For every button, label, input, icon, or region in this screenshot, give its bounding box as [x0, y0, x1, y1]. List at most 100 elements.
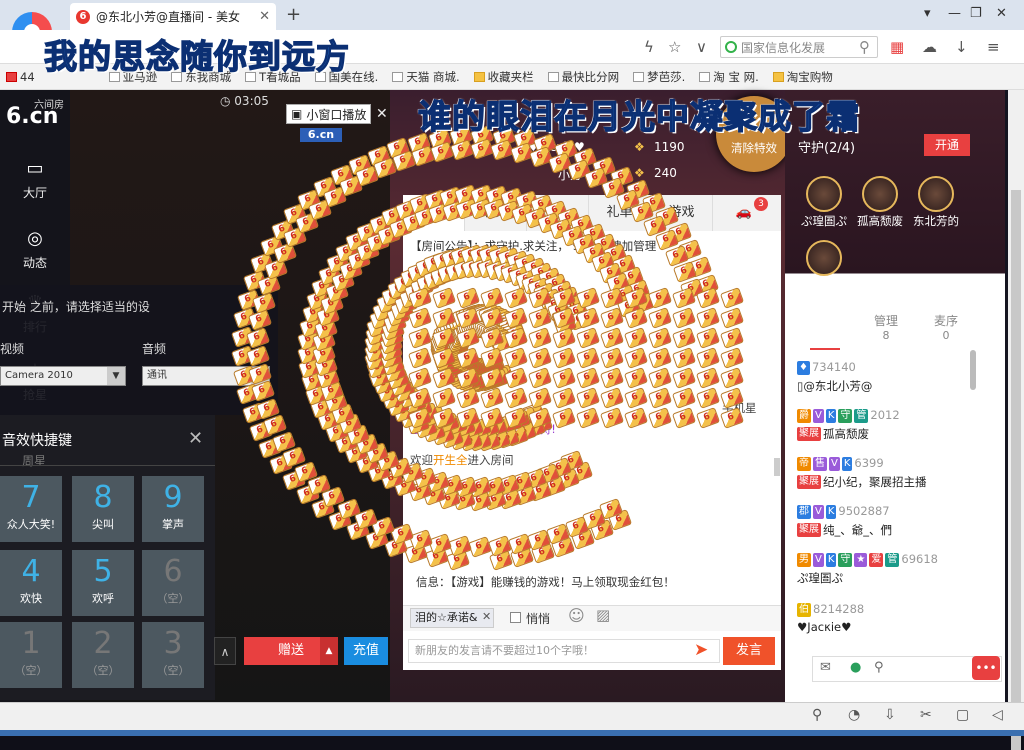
bookmark-folder[interactable]: 淘宝购物 — [772, 69, 833, 85]
user-row[interactable]: ♦ 734140 ▯@东北小芳@ — [797, 360, 973, 408]
bookmark-item[interactable]: 淘 宝 网. — [699, 69, 759, 85]
chat-tabs: 全部 聊天 礼单 游戏 🚗 — [403, 195, 781, 231]
chat-message: 欢迎开生全进入房间 — [410, 453, 514, 467]
nav-item-hall[interactable]: ▭ 大厅 — [0, 150, 70, 216]
sfx-key-9[interactable]: 9 掌声 — [142, 476, 204, 542]
user-row[interactable]: 男 V K 守 ★ 爱管 69618 ぷ瑝圄ぷ — [797, 552, 973, 600]
avatar[interactable] — [806, 240, 842, 276]
site-logo[interactable]: 六间房 6.cn — [6, 96, 66, 132]
tab-hidden[interactable] — [527, 195, 589, 231]
search-input[interactable]: 国家信息化发展 — [720, 36, 878, 58]
car-icon: 🚗 — [735, 205, 753, 220]
audience-scrollbar[interactable] — [970, 350, 976, 390]
tab-games[interactable]: 游戏 — [651, 195, 713, 231]
image-icon[interactable]: ▨ — [596, 606, 610, 624]
user-row[interactable]: 郡 V K 9502887 聚展 纯_、爺_、們 — [797, 504, 973, 552]
close-window-button[interactable]: ✕ — [996, 6, 1007, 21]
tab-gifts[interactable]: 礼单 — [589, 195, 651, 231]
sfx-key-6[interactable]: 6 （空） — [142, 550, 204, 616]
diamond-icon: ♦ — [797, 360, 810, 375]
minimize-button[interactable]: — — [948, 6, 961, 21]
avatar[interactable] — [862, 176, 898, 212]
send-button[interactable]: 发言 — [723, 637, 775, 665]
scroll-thumb[interactable] — [1011, 190, 1021, 750]
browser-tab[interactable]: 6 @东北小芳@直播间 - 美女 ✕ — [70, 3, 276, 30]
sfx-key-7[interactable]: 7 众人大笑! — [0, 476, 62, 542]
cut-icon[interactable]: ✂ — [920, 707, 932, 723]
tab-admins[interactable]: 管理 8 — [864, 312, 908, 352]
download-status-icon[interactable]: ⇩ — [884, 707, 896, 723]
paper-plane-icon[interactable]: ➤ — [694, 640, 708, 660]
tab-title: @东北小芳@直播间 - 美女 — [96, 10, 240, 24]
search-icon[interactable]: ⚲ — [859, 38, 870, 56]
tab-audience[interactable]: 观众 1451 — [800, 312, 844, 352]
chat-input[interactable]: 新朋友的发言请不要超过10个字哦！ — [408, 639, 720, 663]
user-name: 聚展 孤高颓废 — [797, 426, 869, 441]
maximize-button[interactable]: ❐ — [970, 6, 982, 21]
pin-icon[interactable]: ⚲ — [812, 707, 822, 723]
new-tab-button[interactable]: + — [286, 4, 301, 25]
open-guard-button[interactable]: 开通 — [924, 134, 970, 156]
chat-bubble-icon[interactable]: ••• — [972, 656, 1000, 680]
lyric-overlay-2: 谁的眼泪在月光中凝聚成了霜 — [417, 96, 860, 136]
tab-mic-queue[interactable]: 麦序 0 — [924, 312, 968, 352]
mail-icon[interactable]: ✉ — [820, 660, 831, 675]
level-badge: 伯 — [797, 602, 811, 617]
download-icon[interactable]: ↓ — [955, 38, 968, 56]
site-logo-sub: 六间房 — [34, 100, 64, 111]
emoji-icon[interactable]: ☺ — [568, 606, 585, 625]
star-bookmark-icon[interactable]: ☆ — [668, 38, 681, 56]
sfx-key-4[interactable]: 4 欢快 — [0, 550, 62, 616]
cloud-icon[interactable]: ☁ — [922, 38, 937, 56]
guard-count: 守护(2/4) — [798, 141, 856, 156]
user-row[interactable]: 伯 8214288 ♥Jacκie♥ — [797, 602, 973, 650]
top-fan-name[interactable]: ♥Jacκie♥ — [528, 140, 585, 154]
apps-icon[interactable]: ▦ — [890, 38, 904, 56]
video-select[interactable]: Camera 2010 — [0, 366, 126, 386]
sfx-key-5[interactable]: 5 欢呼 — [72, 550, 134, 616]
user-row[interactable]: 爵 V K 守管 2012 聚展 孤高颓废 — [797, 408, 973, 456]
expand-up-button[interactable]: ∧ — [214, 637, 236, 665]
bookmark-folder[interactable]: 收藏夹栏 — [473, 69, 534, 85]
search-icon[interactable]: ⚲ — [874, 660, 884, 675]
speed-icon[interactable]: ◔ — [848, 707, 860, 723]
popout-close-button[interactable]: ✕ — [376, 106, 388, 122]
tab-chat[interactable]: 聊天 — [465, 195, 527, 231]
avatar[interactable] — [806, 176, 842, 212]
user-name: 聚展 纯_、爺_、們 — [797, 522, 892, 537]
bookmark-item[interactable]: 最快比分网 — [547, 69, 619, 85]
menu-icon[interactable]: ≡ — [987, 38, 1000, 56]
recharge-button[interactable]: 充值 — [344, 637, 388, 665]
bookmark-item[interactable]: 天猫 商城. — [392, 69, 460, 85]
sfx-key-8[interactable]: 8 尖叫 — [72, 476, 134, 542]
private-target-close[interactable]: ✕ — [482, 610, 491, 623]
gift-dropdown-button[interactable]: ▲ — [320, 637, 338, 665]
tab-indicator — [810, 348, 840, 350]
page-scrollbar[interactable] — [1008, 90, 1024, 750]
sfx-key-1[interactable]: 1 （空） — [0, 622, 62, 688]
check-icon[interactable]: ● — [850, 660, 861, 675]
coins-count-2: 240 — [654, 166, 677, 180]
window-icon[interactable]: ▢ — [956, 707, 969, 723]
sfx-key-3[interactable]: 3 （空） — [142, 622, 204, 688]
sfx-key-2[interactable]: 2 （空） — [72, 622, 134, 688]
nav-item-feed[interactable]: ◎ 动态 — [0, 220, 70, 286]
lightning-icon[interactable]: ϟ — [644, 38, 654, 56]
bookmark-item[interactable]: 梦芭莎. — [633, 69, 685, 85]
guard-name: 东北芳的 — [913, 214, 959, 228]
audio-select[interactable]: 通讯 — [142, 366, 270, 386]
chat-scrollbar[interactable] — [774, 458, 780, 476]
chevron-down-icon[interactable]: ∨ — [696, 38, 707, 56]
bookmark-item[interactable]: 44 — [6, 70, 35, 84]
tab-close-button[interactable]: ✕ — [259, 9, 270, 24]
popout-player-button[interactable]: ▣ 小窗口播放 — [286, 104, 372, 124]
sfx-close-button[interactable]: ✕ — [188, 428, 203, 449]
whisper-checkbox[interactable] — [510, 612, 521, 623]
volume-icon[interactable]: ◁ — [992, 707, 1003, 723]
user-row[interactable]: 帝售 V K 6399 聚展 纪小纪，聚展招主播 — [797, 456, 973, 504]
tab-all[interactable]: 全部 — [403, 195, 465, 231]
avatar[interactable] — [918, 176, 954, 212]
car-badge: 3 — [754, 197, 768, 211]
bookmark-icon — [547, 71, 559, 82]
shirt-skin-icon[interactable]: ▾ — [924, 6, 931, 21]
